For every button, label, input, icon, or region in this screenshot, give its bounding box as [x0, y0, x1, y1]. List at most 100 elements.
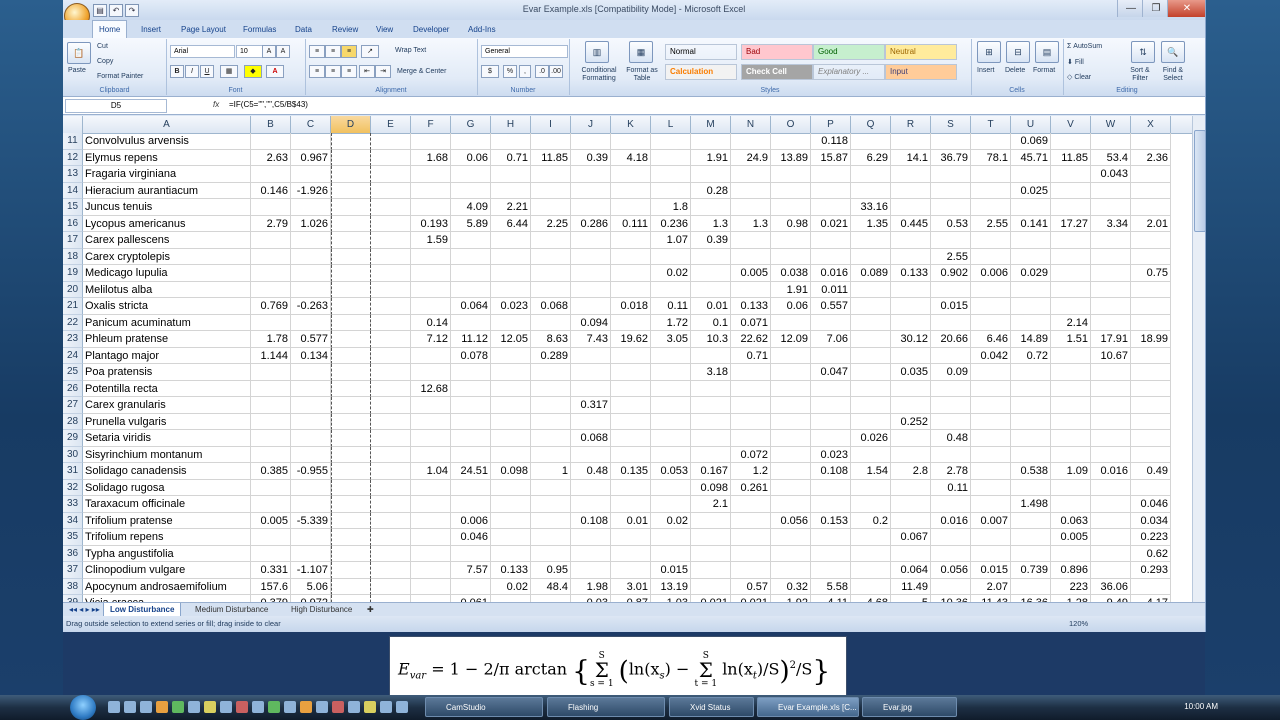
value-cell[interactable]: 0.967: [291, 149, 331, 166]
value-cell[interactable]: [451, 182, 491, 199]
value-cell[interactable]: 0.57: [731, 578, 771, 595]
value-cell[interactable]: [651, 248, 691, 265]
value-cell[interactable]: 12.09: [771, 331, 811, 348]
value-cell[interactable]: 0.02: [651, 512, 691, 529]
value-cell[interactable]: 0.62: [1131, 545, 1171, 562]
row-header[interactable]: 32: [63, 479, 83, 496]
value-cell[interactable]: [611, 133, 651, 150]
value-cell[interactable]: 0.577: [291, 331, 331, 348]
value-cell[interactable]: 0.006: [451, 512, 491, 529]
sort-filter-icon[interactable]: ⇅: [1131, 41, 1155, 63]
increase-decimal-icon[interactable]: .0: [535, 65, 549, 78]
value-cell[interactable]: [1131, 347, 1171, 364]
value-cell[interactable]: 0.75: [1131, 265, 1171, 282]
style-bad[interactable]: Bad: [741, 44, 813, 60]
value-cell[interactable]: [891, 479, 931, 496]
value-cell[interactable]: [531, 232, 571, 249]
value-cell[interactable]: 0.063: [1051, 512, 1091, 529]
value-cell[interactable]: [771, 133, 811, 150]
value-cell[interactable]: 1.144: [251, 347, 291, 364]
fill-button[interactable]: ⬇ Fill: [1067, 58, 1084, 66]
row-header[interactable]: 37: [63, 562, 83, 579]
row-header[interactable]: 27: [63, 397, 83, 414]
quicklaunch-icon[interactable]: [332, 701, 344, 713]
value-cell[interactable]: [611, 479, 651, 496]
value-cell[interactable]: [651, 182, 691, 199]
value-cell[interactable]: [291, 199, 331, 216]
format-as-table-button[interactable]: Format as Table: [625, 67, 659, 83]
value-cell[interactable]: 0.902: [931, 265, 971, 282]
value-cell[interactable]: 0.034: [1131, 512, 1171, 529]
value-cell[interactable]: 10.67: [1091, 347, 1131, 364]
value-cell[interactable]: [371, 331, 411, 348]
value-cell[interactable]: [771, 397, 811, 414]
value-cell[interactable]: 2.8: [891, 463, 931, 480]
quicklaunch-icon[interactable]: [156, 701, 168, 713]
value-cell[interactable]: 3.18: [691, 364, 731, 381]
value-cell[interactable]: [371, 595, 411, 602]
tab-developer[interactable]: Developer: [413, 25, 449, 34]
value-cell[interactable]: [1091, 529, 1131, 546]
value-cell[interactable]: [1131, 397, 1171, 414]
row-header[interactable]: 18: [63, 248, 83, 265]
value-cell[interactable]: [251, 364, 291, 381]
value-cell[interactable]: 0.035: [891, 364, 931, 381]
value-cell[interactable]: 0.053: [651, 463, 691, 480]
value-cell[interactable]: 30.12: [891, 331, 931, 348]
value-cell[interactable]: [451, 545, 491, 562]
value-cell[interactable]: [731, 562, 771, 579]
value-cell[interactable]: 1.91: [771, 281, 811, 298]
value-cell[interactable]: [1131, 446, 1171, 463]
value-cell[interactable]: 4.11: [811, 595, 851, 602]
value-cell[interactable]: 0.11: [651, 298, 691, 315]
value-cell[interactable]: 14.1: [891, 149, 931, 166]
value-cell[interactable]: [1051, 281, 1091, 298]
value-cell[interactable]: [1131, 248, 1171, 265]
value-cell[interactable]: [491, 595, 531, 602]
value-cell[interactable]: [531, 529, 571, 546]
value-cell[interactable]: [1051, 397, 1091, 414]
wrap-text-button[interactable]: Wrap Text: [395, 47, 426, 54]
value-cell[interactable]: 0.016: [1091, 463, 1131, 480]
value-cell[interactable]: [691, 166, 731, 183]
value-cell[interactable]: [611, 380, 651, 397]
value-cell[interactable]: [851, 380, 891, 397]
value-cell[interactable]: [891, 347, 931, 364]
value-cell[interactable]: [1131, 232, 1171, 249]
value-cell[interactable]: [1011, 413, 1051, 430]
value-cell[interactable]: 2.78: [931, 463, 971, 480]
species-name-cell[interactable]: Carex pallescens: [83, 232, 251, 249]
value-cell[interactable]: 0.018: [611, 298, 651, 315]
cut-button[interactable]: Cut: [97, 43, 108, 50]
value-cell[interactable]: [1011, 430, 1051, 447]
value-cell[interactable]: [891, 314, 931, 331]
value-cell[interactable]: [371, 562, 411, 579]
value-cell[interactable]: [291, 265, 331, 282]
value-cell[interactable]: [611, 314, 651, 331]
align-right-icon[interactable]: ≡: [341, 65, 357, 78]
value-cell[interactable]: 1.026: [291, 215, 331, 232]
value-cell[interactable]: [371, 232, 411, 249]
value-cell[interactable]: [851, 545, 891, 562]
value-cell[interactable]: 0.236: [651, 215, 691, 232]
value-cell[interactable]: 1.98: [571, 578, 611, 595]
value-cell[interactable]: [851, 413, 891, 430]
value-cell[interactable]: 0.02: [491, 578, 531, 595]
row-header[interactable]: 14: [63, 182, 83, 199]
tab-view[interactable]: View: [376, 25, 393, 34]
value-cell[interactable]: 0.108: [811, 463, 851, 480]
species-name-cell[interactable]: Trifolium repens: [83, 529, 251, 546]
species-name-cell[interactable]: Setaria viridis: [83, 430, 251, 447]
value-cell[interactable]: [571, 413, 611, 430]
value-cell[interactable]: [931, 347, 971, 364]
value-cell[interactable]: 0.286: [571, 215, 611, 232]
value-cell[interactable]: [251, 479, 291, 496]
value-cell[interactable]: [931, 446, 971, 463]
value-cell[interactable]: [731, 430, 771, 447]
value-cell[interactable]: [491, 446, 531, 463]
value-cell[interactable]: [1051, 232, 1091, 249]
quicklaunch-icon[interactable]: [380, 701, 392, 713]
value-cell[interactable]: [491, 248, 531, 265]
value-cell[interactable]: [731, 380, 771, 397]
value-cell[interactable]: 3.01: [611, 578, 651, 595]
